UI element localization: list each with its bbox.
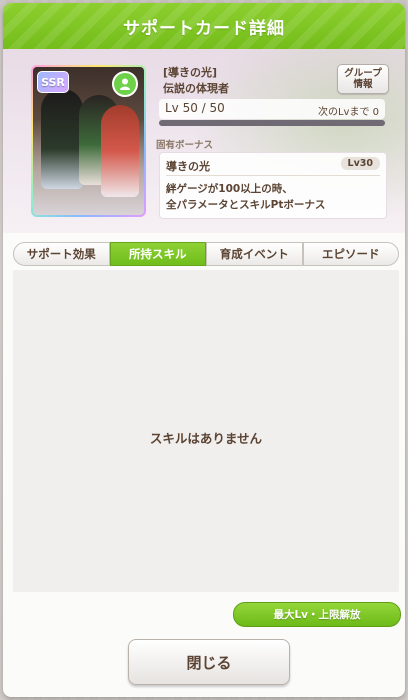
close-button[interactable]: 閉じる [128,639,290,685]
tab-support-effect[interactable]: サポート効果 [13,242,110,266]
unique-bonus-label: 固有ボーナス [156,140,214,151]
support-card-image[interactable]: SSR [31,65,146,217]
divider [166,175,380,176]
dialog-header: サポートカード詳細 [3,3,405,49]
empty-skills-message: スキルはありません [149,431,263,446]
level-progress-fill [159,120,385,126]
unique-bonus-desc-line: 絆ゲージが100以上の時、 [166,183,293,195]
tab-episode[interactable]: エピソード [302,242,399,266]
card-name: 伝説の体現者 [163,82,229,95]
card-title: [導きの光] [163,66,218,79]
support-card-detail-dialog: サポートカード詳細 SSR [導きの光] 伝説の体現者 グループ 情報 Lv 5… [3,3,405,697]
level-progress-bar [159,120,385,126]
group-info-label-1: グループ [344,68,382,79]
unique-bonus-description: 絆ゲージが100以上の時、 全パラメータとスキルPtボーナス [166,181,325,213]
card-info-area: SSR [導きの光] 伝説の体現者 グループ 情報 Lv 50 / 50 次のL… [3,49,405,233]
card-illustration: SSR [33,67,144,215]
character-figure [101,105,139,197]
group-speed-icon [112,71,138,97]
level-text: Lv 50 / 50 [165,101,225,115]
rarity-badge: SSR [37,71,69,93]
unique-bonus-level: Lv30 [340,157,380,170]
max-level-limit-break-button[interactable]: 最大Lv・上限解放 [233,602,401,627]
level-row: Lv 50 / 50 次のLvまで 0 [159,99,385,119]
tab-owned-skills[interactable]: 所持スキル [109,242,206,266]
character-figure [41,89,83,189]
unique-bonus-box: 導きの光 Lv30 絆ゲージが100以上の時、 全パラメータとスキルPtボーナス [159,152,387,219]
dialog-title: サポートカード詳細 [123,18,285,39]
detail-tabs: サポート効果 所持スキル 育成イベント エピソード [13,242,399,266]
group-info-label-2: 情報 [353,79,373,90]
unique-bonus-desc-line: 全パラメータとスキルPtボーナス [166,199,326,211]
unique-bonus-name: 導きの光 [166,160,210,173]
group-info-button[interactable]: グループ 情報 [337,64,389,94]
tab-training-events[interactable]: 育成イベント [206,242,303,266]
skills-content-area: スキルはありません [13,270,399,592]
person-icon [120,78,130,90]
next-level-text: 次のLvまで 0 [317,107,379,118]
